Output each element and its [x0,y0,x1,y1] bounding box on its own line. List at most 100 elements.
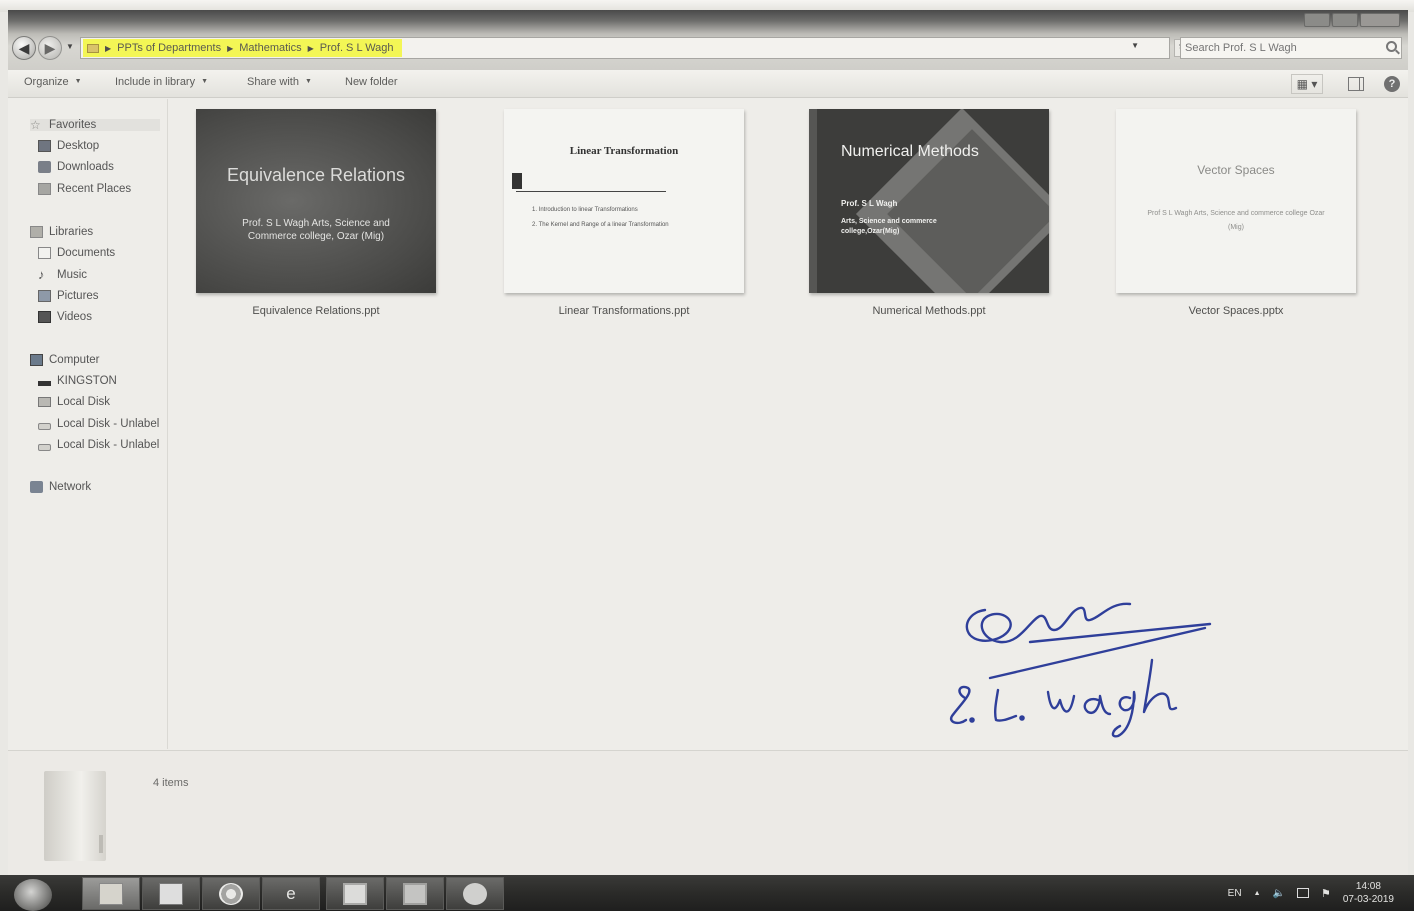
chevron-down-icon[interactable]: ▼ [1131,41,1139,50]
chevron-right-icon[interactable]: ▶ [227,44,233,53]
details-pane: 4 items [8,750,1408,875]
thumbnail-bullet: 1. Introduction to linear Transformation… [532,207,638,213]
nav-local-disk-unlabeled-2[interactable]: Local Disk - Unlabel [38,439,168,451]
taskbar-excel[interactable] [326,877,384,910]
file-item[interactable]: Vector Spaces Prof S L Wagh Arts, Scienc… [1111,109,1361,317]
file-item[interactable]: Linear Transformation 1. Introduction to… [499,109,749,317]
nav-label: Local Disk [57,396,111,408]
taskbar-chrome[interactable] [202,877,260,910]
folder-icon [36,765,116,865]
thumbnail-title: Equivalence Relations [226,165,406,185]
thumbnail-subtitle: Prof. S L Wagh Arts, Science and Commerc… [242,218,390,242]
command-bar: Organize ▼ Include in library ▼ Share with… [8,70,1408,98]
taskbar-media-player[interactable] [142,877,200,910]
nav-label: Favorites [49,119,97,131]
clock[interactable]: 14:08 07-03-2019 [1343,880,1394,906]
network-icon [30,481,43,493]
nav-label: Recent Places [57,183,132,195]
nav-desktop[interactable]: Desktop [38,140,168,152]
search-icon[interactable] [1386,41,1397,52]
start-button[interactable] [14,879,52,911]
file-thumbnail: Equivalence Relations Prof. S L Wagh Art… [196,109,436,293]
breadcrumb-item[interactable]: PPTs of Departments [117,42,221,54]
paint-icon [463,882,487,905]
nav-computer[interactable]: Computer [30,354,160,366]
nav-label: Local Disk - Unlabel [57,418,160,430]
file-thumbnail: Vector Spaces Prof S L Wagh Arts, Scienc… [1116,109,1356,293]
nav-label: Network [49,481,92,493]
preview-pane-button[interactable] [1348,74,1368,94]
nav-favorites[interactable]: ☆ Favorites [30,119,160,131]
chevron-right-icon[interactable]: ▶ [105,44,111,53]
taskbar: e EN ▲ 🔈 ⚑ 14:08 07-03-2019 [0,875,1414,911]
thumbnail-title: Linear Transformation [569,145,679,157]
taskbar-paint[interactable] [446,877,504,910]
taskbar-explorer[interactable] [82,877,140,910]
nav-documents[interactable]: Documents [38,247,168,259]
back-button[interactable]: ◀ [12,36,36,60]
preview-pane-icon [1348,77,1364,91]
volume-icon[interactable]: 🔈 [1273,888,1285,899]
nav-label: Music [57,269,88,281]
chevron-right-icon[interactable]: ▶ [308,44,314,53]
pictures-icon [38,290,51,302]
new-folder-button[interactable]: New folder [345,76,398,88]
minimize-button[interactable] [1304,13,1330,27]
chrome-icon [219,882,243,905]
maximize-button[interactable] [1332,13,1358,27]
nav-label: Libraries [49,226,94,238]
computer-icon [30,354,43,366]
nav-label: Computer [49,354,100,366]
language-indicator[interactable]: EN [1228,888,1242,899]
file-item[interactable]: Numerical Methods Prof. S L Wagh Arts, S… [804,109,1054,317]
file-name: Equivalence Relations.ppt [252,305,380,317]
taskbar-powerpoint[interactable] [386,877,444,910]
videos-icon [38,311,51,323]
presentation-icon [403,882,427,905]
search-input[interactable] [1185,39,1375,57]
chevron-down-icon: ▼ [201,78,209,85]
close-button[interactable] [1360,13,1400,27]
item-count: 4 items [153,777,189,789]
forward-button[interactable]: ▶ [38,36,62,60]
nav-local-disk-unlabeled-1[interactable]: Local Disk - Unlabel [38,418,168,430]
nav-pictures[interactable]: Pictures [38,290,168,302]
star-icon: ☆ [30,119,41,131]
share-with-menu[interactable]: Share with ▼ [247,76,312,88]
new-folder-label: New folder [345,76,398,88]
nav-music[interactable]: ♪ Music [38,269,168,281]
clock-time: 14:08 [1355,881,1381,892]
recent-places-icon [38,183,51,195]
documents-icon [38,247,51,259]
include-in-library-menu[interactable]: Include in library ▼ [115,76,208,88]
show-hidden-icons-button[interactable]: ▲ [1254,890,1261,897]
nav-network[interactable]: Network [30,481,160,493]
explorer-window: ◀ ▶ ▼ ▶ PPTs of Departments ▶ Mathematic… [8,10,1408,875]
organize-menu[interactable]: Organize ▼ [24,76,82,88]
nav-label: Local Disk - Unlabel [57,439,160,451]
chevron-down-icon: ▼ [74,78,82,85]
recent-pages-dropdown[interactable]: ▼ [66,42,74,51]
music-icon: ♪ [38,269,45,281]
nav-downloads[interactable]: Downloads [38,161,168,173]
nav-videos[interactable]: Videos [38,311,168,323]
change-view-button[interactable]: ▦ ▾ [1291,74,1323,94]
taskbar-internet-explorer[interactable]: e [262,877,320,910]
thumbnail-title: Vector Spaces [1197,163,1275,177]
internet-explorer-icon: e [286,883,296,903]
file-thumbnail: Linear Transformation 1. Introduction to… [504,109,744,293]
nav-local-disk[interactable]: Local Disk [38,396,168,408]
nav-recent-places[interactable]: Recent Places [38,183,168,195]
action-center-flag-icon[interactable]: ⚑ [1321,887,1331,900]
thumbnail-title: Numerical Methods [841,143,979,160]
nav-libraries[interactable]: Libraries [30,226,160,238]
file-item[interactable]: Equivalence Relations Prof. S L Wagh Art… [191,109,441,317]
thumbnail-rule [516,191,666,192]
breadcrumb-item[interactable]: Mathematics [239,42,301,54]
breadcrumb-item[interactable]: Prof. S L Wagh [320,42,394,54]
network-tray-icon[interactable] [1296,888,1309,898]
nav-label: KINGSTON [57,375,117,387]
address-bar[interactable]: ▶ PPTs of Departments ▶ Mathematics ▶ Pr… [80,37,1170,59]
help-button[interactable]: ? [1384,76,1400,92]
nav-kingston[interactable]: KINGSTON [38,375,168,387]
